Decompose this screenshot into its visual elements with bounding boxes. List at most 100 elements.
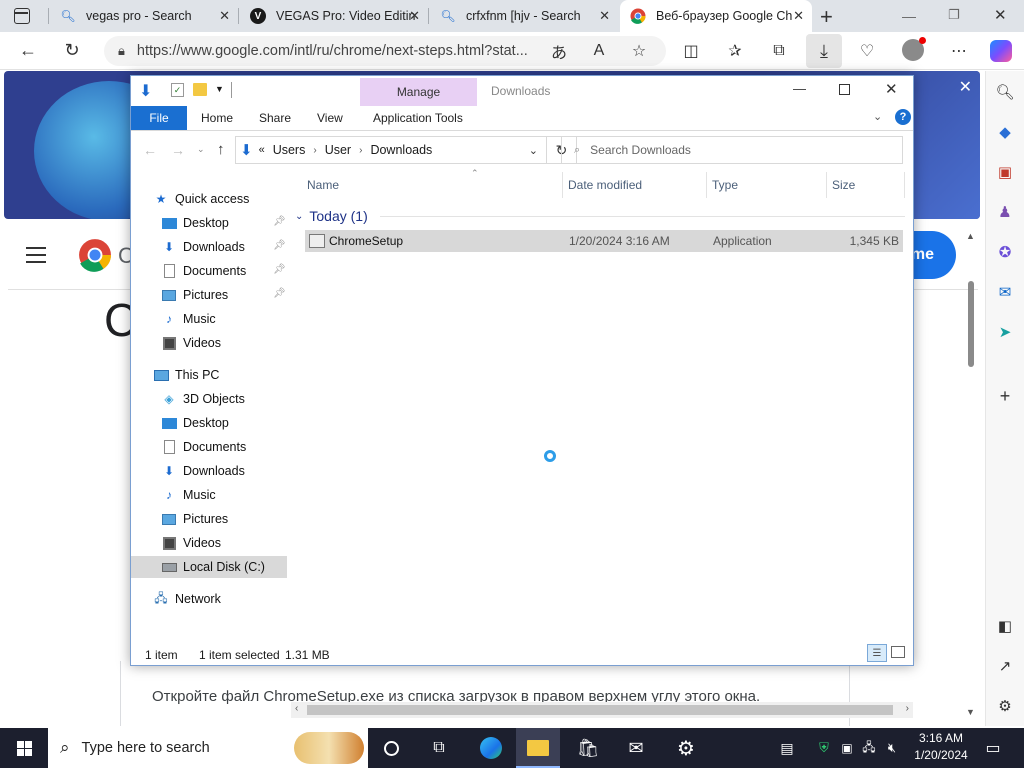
outlook-icon[interactable]: ✉ <box>994 281 1016 303</box>
up-arrow-icon[interactable]: ↑ <box>217 141 225 158</box>
nav-quick-pictures[interactable]: Pictures <box>161 284 228 306</box>
meet-icon[interactable]: ▣ <box>838 728 856 768</box>
browser-tab-vegas-search[interactable]: 🔍︎ vegas pro - Search ✕ <box>50 0 238 32</box>
drop-icon[interactable]: ➤ <box>994 321 1016 343</box>
minimize-button[interactable]: — <box>793 81 806 96</box>
external-link-icon[interactable]: ↗ <box>994 655 1016 677</box>
settings-gear-icon[interactable]: ⚙ <box>994 695 1016 717</box>
nav-pc-downloads[interactable]: ⬇ Downloads <box>161 460 245 482</box>
games-icon[interactable]: ♟ <box>994 201 1016 223</box>
nav-pc-music[interactable]: ♪ Music <box>161 484 216 506</box>
translate-icon[interactable]: あ <box>548 40 570 62</box>
address-bar[interactable]: 🔒︎ https://www.google.com/intl/ru/chrome… <box>104 36 666 66</box>
favorite-star-icon[interactable]: ☆ <box>628 40 650 62</box>
browser-tab-chrome[interactable]: Веб-браузер Google Ch ✕ <box>620 0 812 32</box>
cortana-icon[interactable] <box>372 728 410 768</box>
file-explorer-taskbar-icon[interactable] <box>516 728 560 768</box>
horizontal-scrollbar[interactable]: ‹ › <box>291 702 913 718</box>
breadcrumb-user[interactable]: User <box>325 143 351 157</box>
close-banner-icon[interactable]: ✕ <box>959 77 972 97</box>
close-tab-icon[interactable]: ✕ <box>793 8 804 24</box>
search-icon[interactable]: 🔍︎ <box>994 81 1016 103</box>
folder-icon[interactable] <box>193 83 207 96</box>
expand-ribbon-icon[interactable]: ⌄ <box>873 110 882 123</box>
scroll-right-icon[interactable]: › <box>906 703 909 714</box>
properties-icon[interactable]: ✓ <box>171 83 184 97</box>
menu-icon[interactable] <box>26 247 46 263</box>
volume-muted-icon[interactable]: 🔇︎ <box>882 728 902 768</box>
breadcrumb[interactable]: ⬇ « Users › User › Downloads ⌄ <box>235 136 547 164</box>
taskbar-search-box[interactable]: ⌕ Type here to search <box>48 728 368 768</box>
header-date-modified[interactable]: Date modified <box>568 178 642 192</box>
downloads-button[interactable]: ⤓ <box>806 34 842 68</box>
settings-gear-icon[interactable]: ⚙ <box>664 728 708 768</box>
news-icon[interactable]: ▤ <box>774 728 800 768</box>
microsoft365-icon[interactable]: ✪ <box>994 241 1016 263</box>
collections-icon[interactable]: ⧉ <box>768 40 790 62</box>
qat-dropdown-icon[interactable]: ▼ <box>215 84 224 94</box>
nav-pc-desktop[interactable]: Desktop <box>161 412 229 434</box>
browser-tab-crfxfnm-search[interactable]: 🔍︎ crfxfnm [hjv - Search ✕ <box>430 0 618 32</box>
breadcrumb-downloads[interactable]: Downloads <box>370 143 432 157</box>
back-arrow-icon[interactable]: ← <box>16 38 40 62</box>
new-tab-button[interactable]: + <box>820 4 833 30</box>
add-sidebar-icon[interactable]: + <box>994 385 1016 407</box>
recent-dropdown-icon[interactable]: ⌄ <box>197 144 205 155</box>
header-name[interactable]: Name <box>307 178 339 192</box>
scroll-left-icon[interactable]: ‹ <box>295 703 298 714</box>
sidebar-panel-icon[interactable]: ◧ <box>994 615 1016 637</box>
header-type[interactable]: Type <box>712 178 738 192</box>
nav-pc-documents[interactable]: Documents <box>161 436 246 458</box>
header-size[interactable]: Size <box>832 178 855 192</box>
refresh-icon[interactable]: ↻ <box>60 38 84 62</box>
close-tab-icon[interactable]: ✕ <box>219 8 230 24</box>
store-icon[interactable]: 🛍︎ <box>566 728 610 768</box>
restore-window-button[interactable]: ❐ <box>948 7 960 23</box>
details-view-icon[interactable]: ☰ <box>867 644 887 662</box>
clock[interactable]: 3:16 AM 1/20/2024 <box>906 730 976 766</box>
tab-actions-icon[interactable] <box>14 8 30 24</box>
minimize-window-button[interactable]: — <box>902 8 916 24</box>
nav-this-pc[interactable]: This PC <box>153 364 219 386</box>
nav-quick-music[interactable]: ♪ Music <box>161 308 216 330</box>
nav-quick-videos[interactable]: Videos <box>161 332 221 354</box>
more-options-icon[interactable]: ⋯ <box>948 40 970 62</box>
tab-share[interactable]: Share <box>249 106 301 130</box>
nav-quick-desktop[interactable]: Desktop <box>161 212 229 234</box>
chevron-down-icon[interactable]: ⌄ <box>529 144 538 157</box>
nav-quick-documents[interactable]: Documents <box>161 260 246 282</box>
back-arrow-icon[interactable]: ← <box>143 142 157 158</box>
favorites-icon[interactable]: ✰ <box>724 40 746 62</box>
file-row[interactable]: ChromeSetup 1/20/2024 3:16 AM Applicatio… <box>305 230 903 252</box>
notifications-icon[interactable]: ▭ <box>980 728 1006 768</box>
copilot-icon[interactable] <box>990 40 1012 62</box>
read-aloud-icon[interactable]: A <box>588 40 610 62</box>
profile-avatar[interactable] <box>902 37 926 61</box>
close-tab-icon[interactable]: ✕ <box>599 8 610 24</box>
maximize-button[interactable] <box>839 84 850 95</box>
nav-pc-local-disk[interactable]: Local Disk (C:) <box>131 556 287 578</box>
browser-tab-vegas-pro[interactable]: V VEGAS Pro: Video Editin ✕ <box>240 0 428 32</box>
nav-quick-access[interactable]: ★ Quick access <box>153 188 250 210</box>
defender-icon[interactable]: ⛨ <box>814 728 834 768</box>
split-screen-icon[interactable]: ◫ <box>680 40 702 62</box>
tab-view[interactable]: View <box>307 106 353 130</box>
edge-taskbar-icon[interactable] <box>470 728 512 768</box>
nav-network[interactable]: 🖧︎ Network <box>153 588 221 610</box>
page-scrollbar[interactable]: ▲ ▼ <box>966 231 976 721</box>
tools-icon[interactable]: ▣ <box>994 161 1016 183</box>
browser-essentials-icon[interactable]: ♡ <box>856 40 878 62</box>
tab-application-tools[interactable]: Application Tools <box>363 106 473 130</box>
nav-pc-pictures[interactable]: Pictures <box>161 508 228 530</box>
mail-icon[interactable]: ✉ <box>614 728 658 768</box>
tab-home[interactable]: Home <box>191 106 243 130</box>
nav-quick-downloads[interactable]: ⬇ Downloads <box>161 236 245 258</box>
close-window-button[interactable]: ✕ <box>994 6 1007 24</box>
tab-file[interactable]: File <box>131 106 187 130</box>
close-tab-icon[interactable]: ✕ <box>409 8 420 24</box>
forward-arrow-icon[interactable]: → <box>171 142 185 158</box>
search-box[interactable]: ⌕ Search Downloads <box>561 136 903 164</box>
start-button[interactable] <box>0 728 48 768</box>
help-icon[interactable]: ? <box>895 109 911 125</box>
network-icon[interactable]: 🖧︎ <box>860 728 878 768</box>
